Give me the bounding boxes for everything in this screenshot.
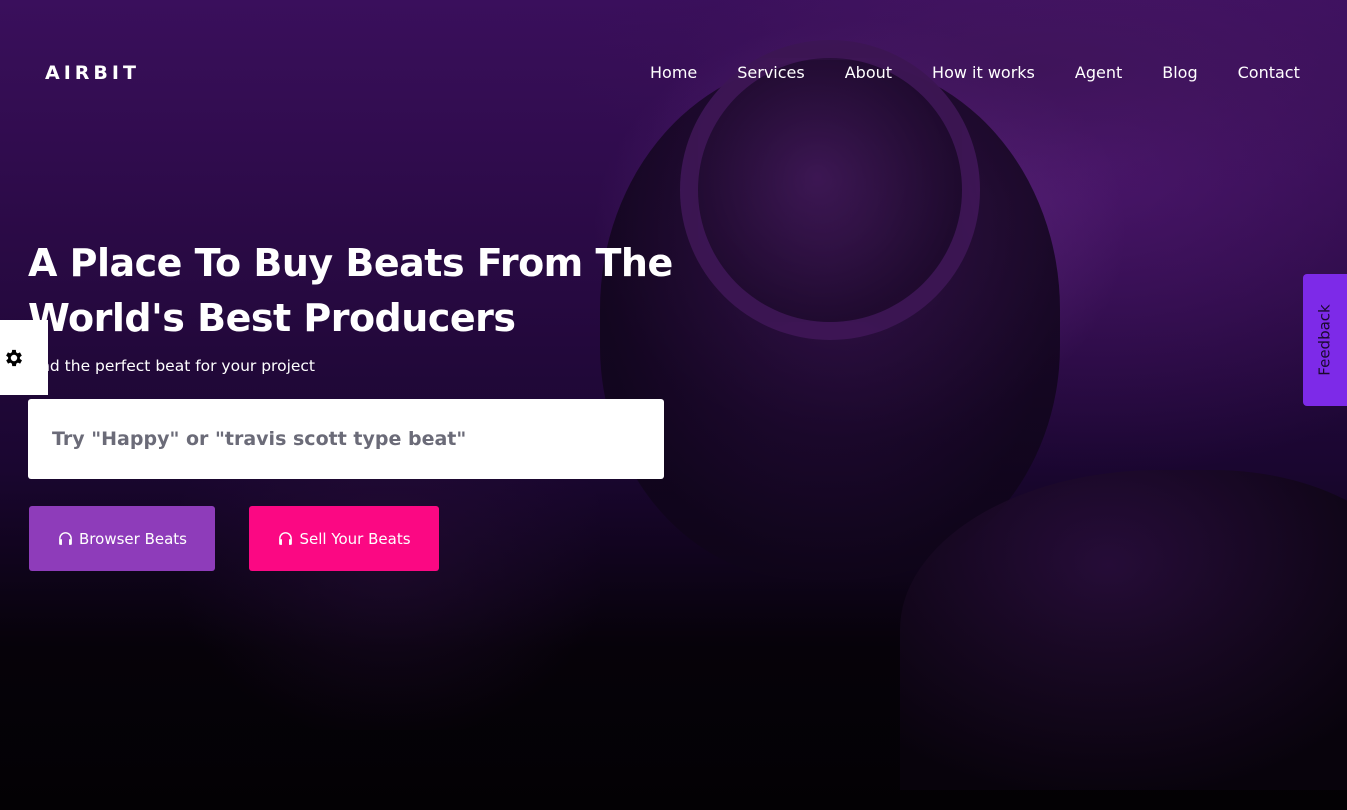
nav-home[interactable]: Home bbox=[650, 63, 697, 82]
hero-subline: Find the perfect beat for your project bbox=[28, 357, 316, 375]
nav-contact[interactable]: Contact bbox=[1238, 63, 1300, 82]
hero-headline: A Place To Buy Beats From The World's Be… bbox=[28, 241, 673, 340]
hero-image-headphone bbox=[680, 40, 980, 340]
brand-logo[interactable]: AIRBIT bbox=[45, 62, 140, 84]
sell-beats-label: Sell Your Beats bbox=[299, 529, 411, 548]
nav-how-it-works[interactable]: How it works bbox=[932, 63, 1035, 82]
nav-about[interactable]: About bbox=[845, 63, 892, 82]
nav-agent[interactable]: Agent bbox=[1075, 63, 1122, 82]
hero-image-shoulder bbox=[900, 470, 1347, 790]
nav-services[interactable]: Services bbox=[737, 63, 804, 82]
headphones-icon bbox=[59, 532, 72, 545]
settings-tab[interactable] bbox=[0, 320, 48, 395]
sell-beats-button[interactable]: Sell Your Beats bbox=[249, 506, 439, 571]
gear-icon bbox=[6, 349, 22, 366]
main-nav: Home Services About How it works Agent B… bbox=[650, 63, 1300, 82]
hero-image-hair bbox=[560, 0, 1340, 200]
browse-beats-label: Browser Beats bbox=[79, 529, 187, 548]
feedback-label: Feedback bbox=[1316, 304, 1334, 376]
browse-beats-button[interactable]: Browser Beats bbox=[29, 506, 215, 571]
beat-search-input[interactable] bbox=[28, 399, 664, 479]
nav-blog[interactable]: Blog bbox=[1162, 63, 1197, 82]
headphones-icon bbox=[279, 532, 293, 545]
feedback-tab[interactable]: Feedback bbox=[1303, 274, 1347, 406]
